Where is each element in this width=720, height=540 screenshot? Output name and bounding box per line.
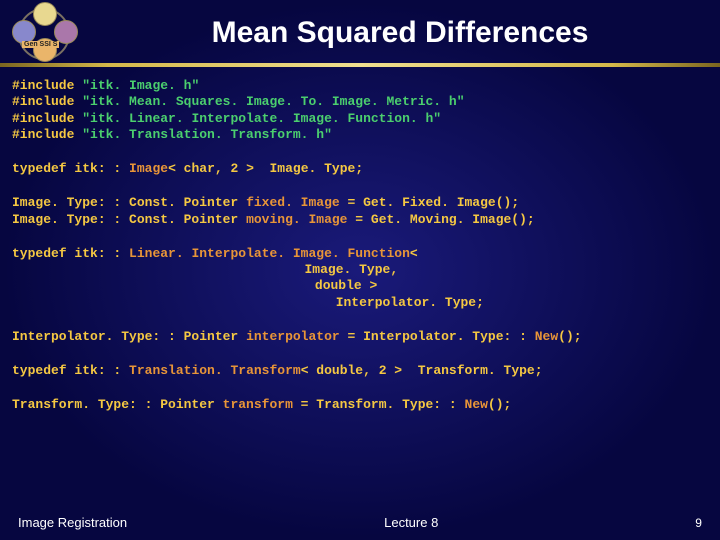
footer-center: Lecture 8 [384, 515, 438, 530]
code-block: #include "itk. Image. h" #include "itk. … [12, 78, 708, 432]
slide-header: Gen SSI S Mean Squared Differences [0, 0, 720, 66]
footer-left: Image Registration [18, 515, 127, 530]
page-number: 9 [695, 516, 702, 530]
logo-label: Gen SSI S [22, 41, 59, 48]
header-divider [0, 63, 720, 67]
slide-footer: Image Registration Lecture 8 9 [18, 515, 702, 530]
logo: Gen SSI S [8, 2, 78, 62]
slide-title: Mean Squared Differences [212, 16, 589, 50]
